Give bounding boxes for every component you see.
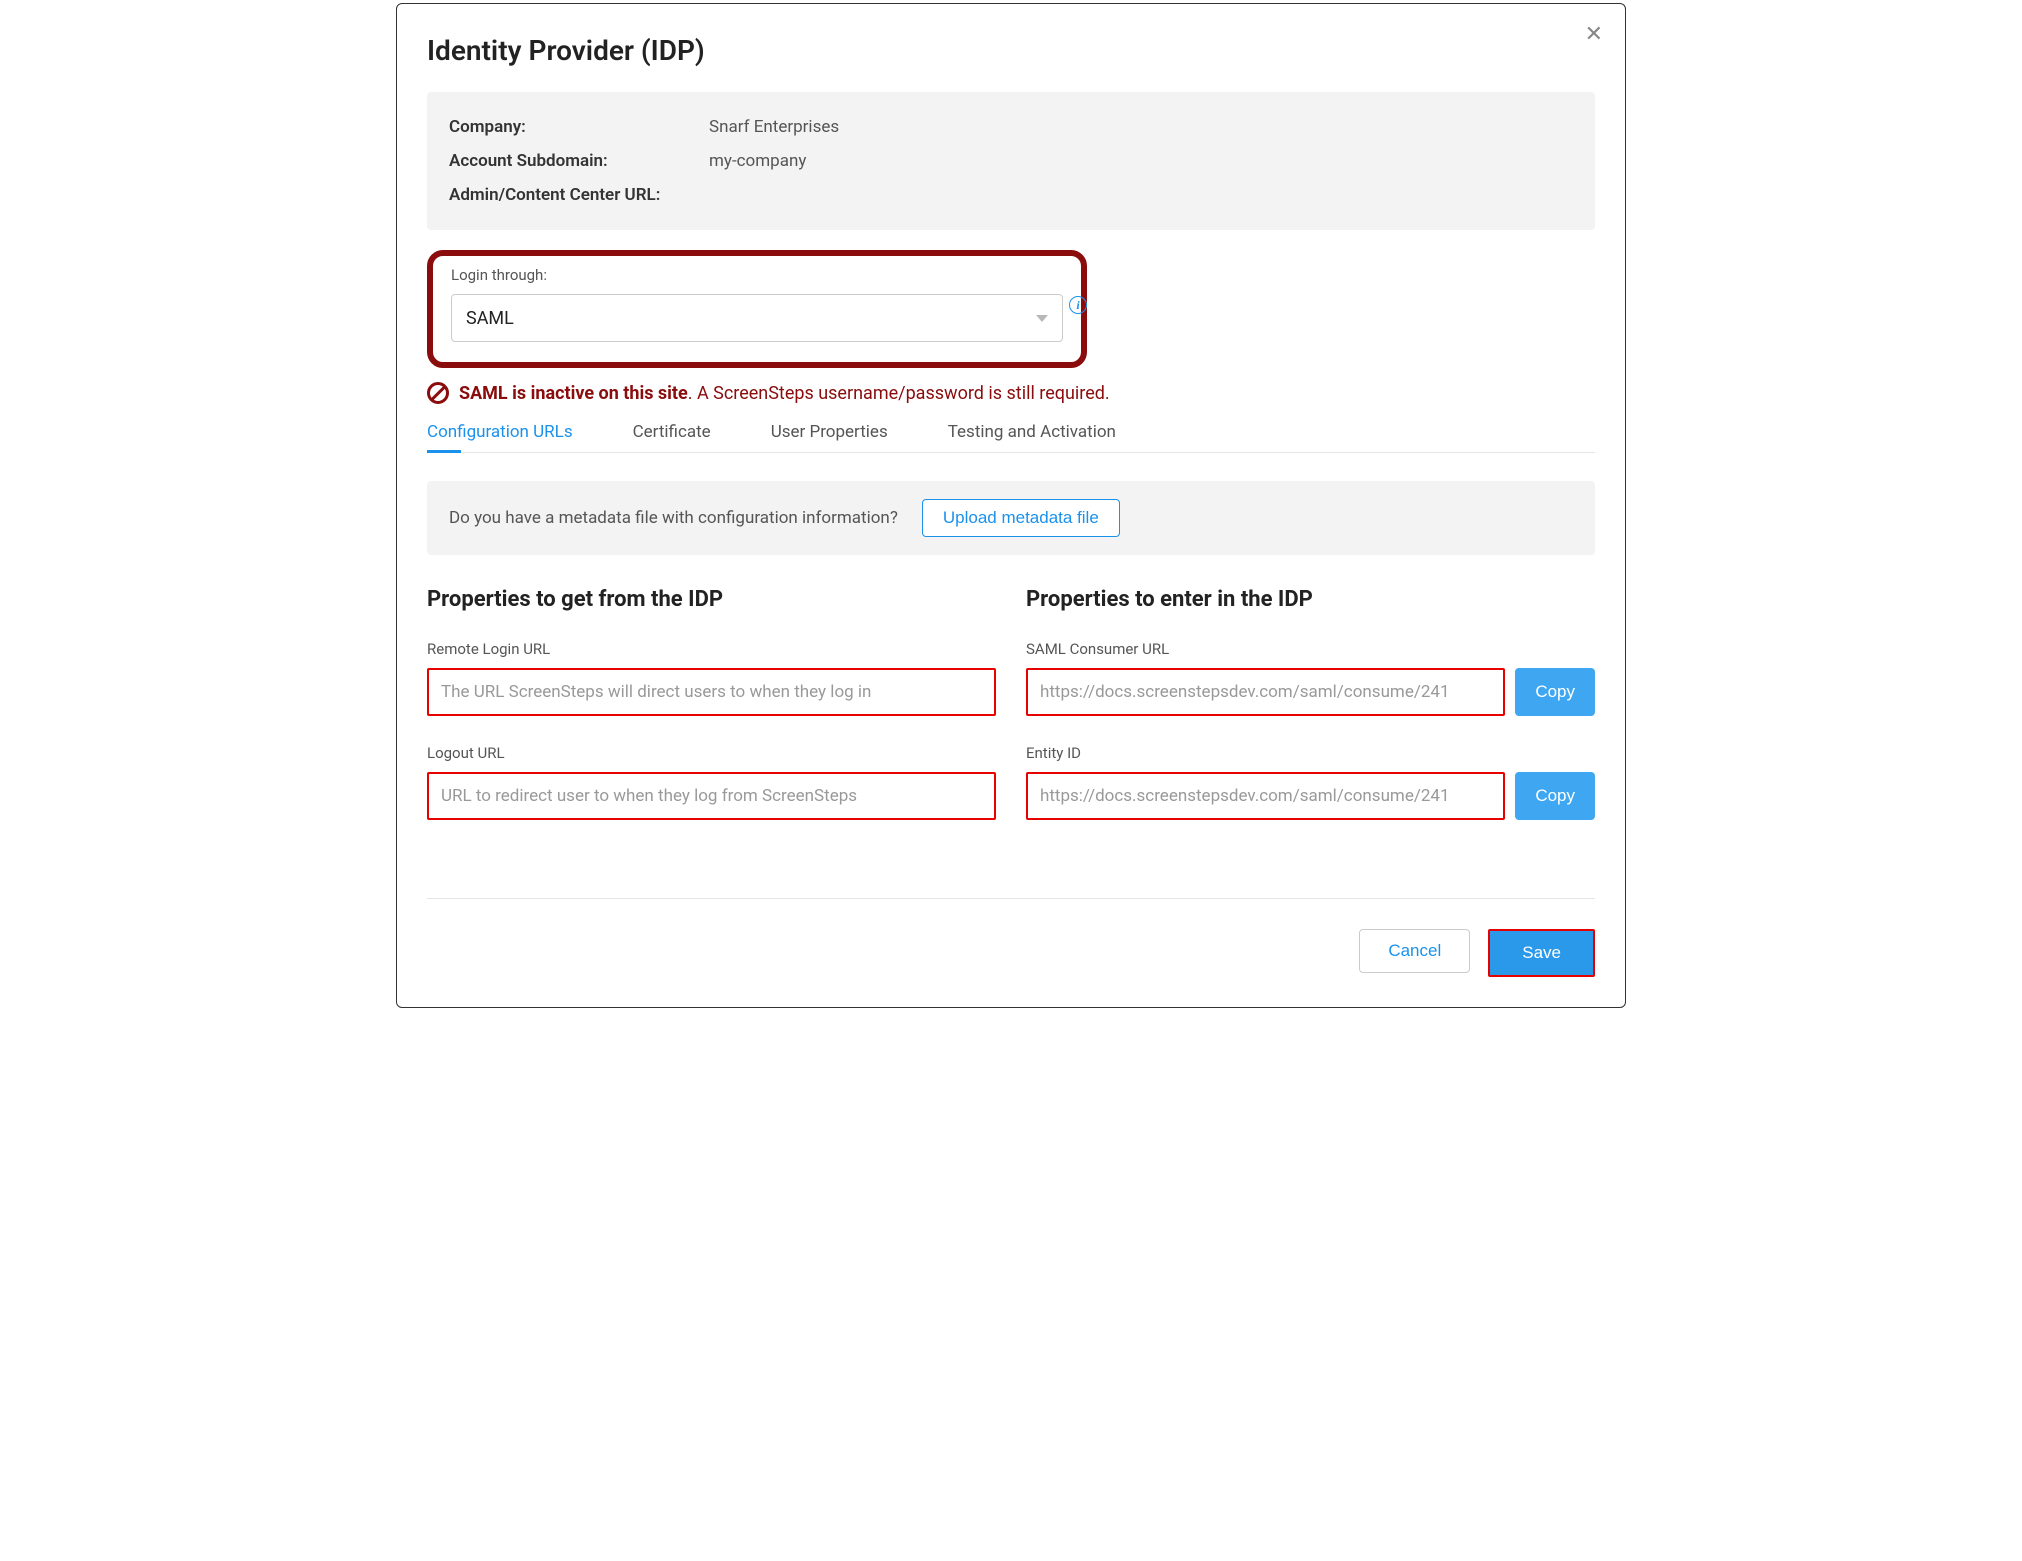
status-rest: . A ScreenSteps username/password is sti…	[688, 383, 1110, 404]
info-row-subdomain: Account Subdomain: my-company	[449, 144, 1573, 178]
save-button-highlight: Save	[1488, 929, 1595, 977]
company-value: Snarf Enterprises	[709, 110, 839, 144]
heading-enter-in-idp: Properties to enter in the IDP	[1026, 587, 1595, 612]
cancel-button[interactable]: Cancel	[1359, 929, 1470, 973]
login-through-label: Login through:	[451, 266, 1063, 284]
entity-id-input[interactable]: https://docs.screenstepsdev.com/saml/con…	[1026, 772, 1505, 820]
saml-status-line: SAML is inactive on this site. A ScreenS…	[427, 382, 1595, 404]
login-through-select[interactable]: SAML	[451, 294, 1063, 342]
tab-testing-activation[interactable]: Testing and Activation	[948, 422, 1116, 452]
heading-get-from-idp: Properties to get from the IDP	[427, 587, 996, 612]
upload-metadata-button[interactable]: Upload metadata file	[922, 499, 1120, 537]
upload-metadata-bar: Do you have a metadata file with configu…	[427, 481, 1595, 555]
col-get-from-idp: Properties to get from the IDP Remote Lo…	[427, 587, 996, 848]
company-label: Company:	[449, 110, 709, 144]
upload-question: Do you have a metadata file with configu…	[449, 508, 898, 528]
logout-url-label: Logout URL	[427, 744, 996, 762]
info-icon[interactable]: i	[1069, 296, 1087, 314]
copy-consumer-url-button[interactable]: Copy	[1515, 668, 1595, 716]
save-button[interactable]: Save	[1490, 931, 1593, 975]
tab-certificate[interactable]: Certificate	[633, 422, 711, 452]
tab-user-properties[interactable]: User Properties	[771, 422, 888, 452]
saml-consumer-url-input[interactable]: https://docs.screenstepsdev.com/saml/con…	[1026, 668, 1505, 716]
info-row-admin-url: Admin/Content Center URL:	[449, 178, 1573, 212]
login-through-highlight: Login through: SAML	[427, 250, 1087, 368]
info-row-company: Company: Snarf Enterprises	[449, 110, 1573, 144]
admin-url-label: Admin/Content Center URL:	[449, 178, 709, 212]
page-title: Identity Provider (IDP)	[427, 34, 1595, 67]
remote-login-url-label: Remote Login URL	[427, 640, 996, 658]
modal-actions: Cancel Save	[427, 929, 1595, 977]
saml-consumer-url-label: SAML Consumer URL	[1026, 640, 1595, 658]
subdomain-value: my-company	[709, 144, 806, 178]
chevron-down-icon	[1036, 315, 1048, 322]
copy-entity-id-button[interactable]: Copy	[1515, 772, 1595, 820]
remote-login-url-input[interactable]: The URL ScreenSteps will direct users to…	[427, 668, 996, 716]
login-through-value: SAML	[466, 308, 514, 329]
status-text: SAML is inactive on this site. A ScreenS…	[459, 383, 1110, 404]
tabs: Configuration URLs Certificate User Prop…	[427, 422, 1595, 453]
logout-url-input[interactable]: URL to redirect user to when they log fr…	[427, 772, 996, 820]
divider	[427, 898, 1595, 899]
idp-modal: ✕ Identity Provider (IDP) Company: Snarf…	[396, 3, 1626, 1008]
status-bold: SAML is inactive on this site	[459, 383, 688, 404]
close-icon[interactable]: ✕	[1585, 24, 1603, 46]
subdomain-label: Account Subdomain:	[449, 144, 709, 178]
forbidden-icon	[427, 382, 449, 404]
col-enter-in-idp: Properties to enter in the IDP SAML Cons…	[1026, 587, 1595, 848]
tab-configuration-urls[interactable]: Configuration URLs	[427, 422, 573, 452]
entity-id-label: Entity ID	[1026, 744, 1595, 762]
account-info-box: Company: Snarf Enterprises Account Subdo…	[427, 92, 1595, 230]
